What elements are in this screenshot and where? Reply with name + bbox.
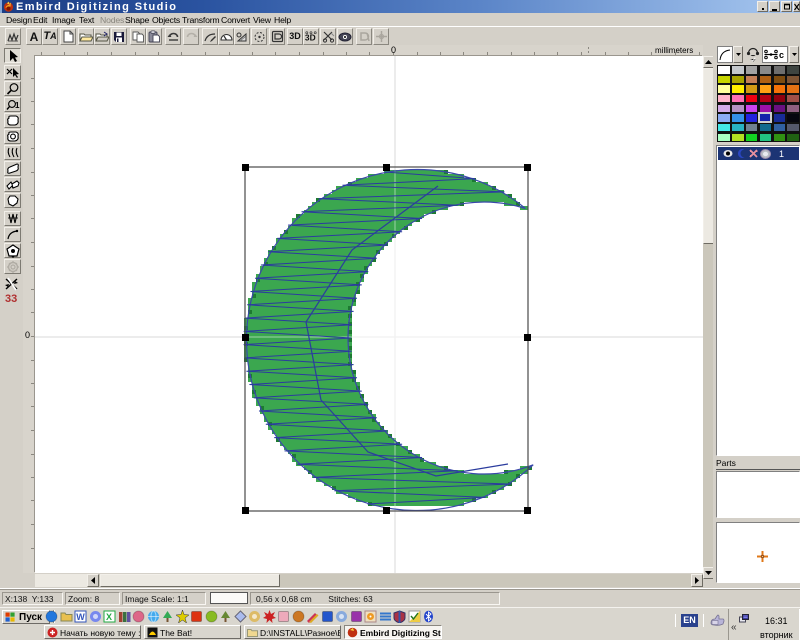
svg-text:X: X: [106, 612, 112, 622]
svg-text:c: c: [779, 50, 784, 60]
svg-text:W: W: [76, 612, 85, 622]
svg-text:1: 1: [15, 101, 20, 110]
svg-text:3D: 3D: [305, 33, 316, 43]
